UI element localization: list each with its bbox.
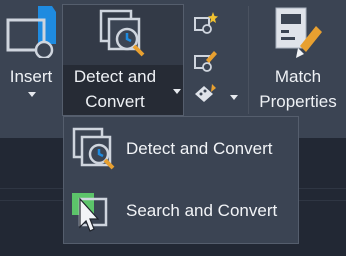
pencil-block-button[interactable] [192,48,218,72]
chevron-down-icon [28,92,36,97]
match-properties-button[interactable]: Match Properties [250,0,346,118]
insert-block-icon [4,4,56,58]
flyout-item-label: Search and Convert [126,201,278,220]
paint-bucket-button[interactable] [192,82,218,106]
detect-convert-label-1: Detect and [73,67,157,86]
insert-label: Insert [9,67,53,86]
star-block-button[interactable] [192,10,218,34]
detect-convert-label-2: Convert [85,92,145,111]
chevron-down-icon[interactable] [230,95,238,100]
flyout-item-detect-convert[interactable]: Detect and Convert [64,119,298,179]
detect-convert-flyout: Detect and Convert Search and Convert [63,116,299,244]
detect-convert-button[interactable]: Detect and Convert [62,4,184,116]
flyout-item-search-convert[interactable]: Search and Convert [64,181,298,241]
detect-convert-icon [70,125,120,175]
ribbon-panel: Insert Detect and Convert Match Properti… [0,0,346,118]
pencil-block-icon [194,51,217,72]
chevron-down-icon [173,89,181,94]
match-properties-label-2: Properties [259,92,337,111]
star-block-icon [194,12,218,34]
paint-bucket-icon [195,84,216,102]
detect-convert-icon [97,9,153,63]
search-convert-icon [70,187,120,237]
insert-button[interactable]: Insert [0,0,62,118]
match-properties-icon [272,6,326,60]
flyout-item-label: Detect and Convert [126,139,273,158]
ribbon-separator [248,6,249,114]
match-properties-label-1: Match [274,67,322,86]
